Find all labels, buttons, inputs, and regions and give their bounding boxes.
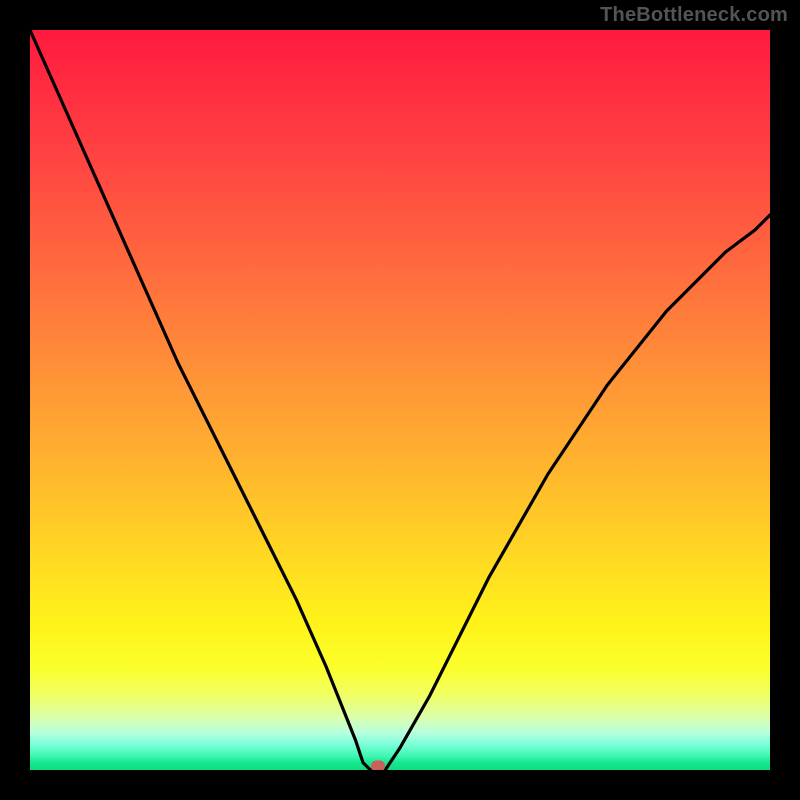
optimal-point-marker <box>371 761 385 771</box>
watermark-text: TheBottleneck.com <box>600 4 788 27</box>
curve-svg <box>30 30 770 770</box>
bottleneck-curve-path <box>30 30 770 770</box>
chart-frame: TheBottleneck.com <box>0 0 800 800</box>
plot-area <box>30 30 770 770</box>
